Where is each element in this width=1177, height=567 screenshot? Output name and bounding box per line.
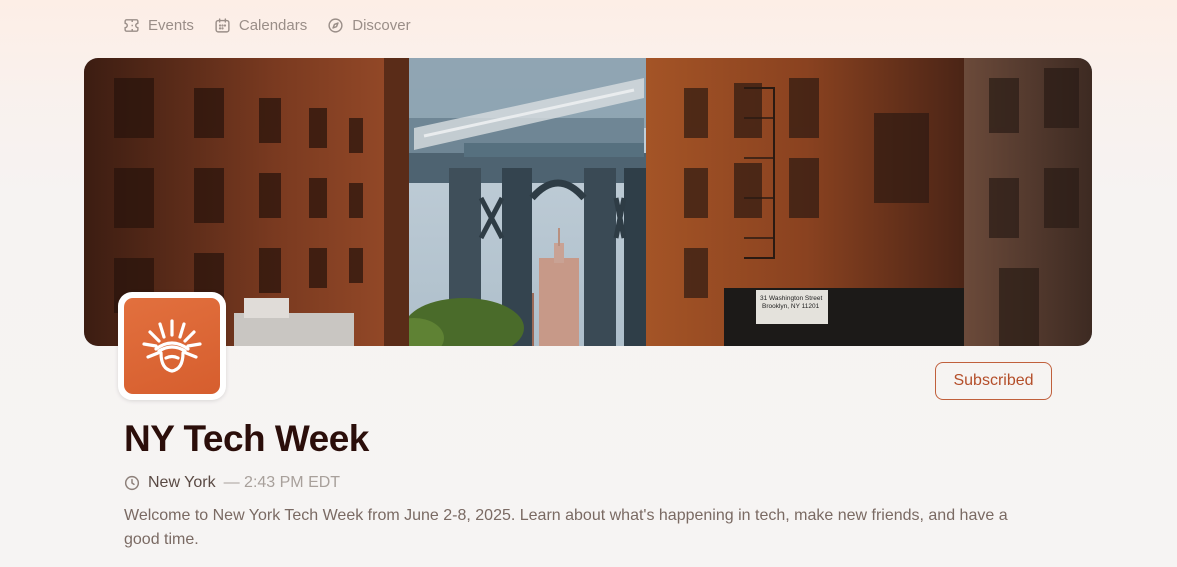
nav-events[interactable]: Events: [123, 14, 194, 36]
subscribed-button[interactable]: Subscribed: [935, 362, 1052, 400]
city-name: New York: [148, 474, 216, 491]
page-title: NY Tech Week: [124, 418, 369, 459]
nav-discover[interactable]: Discover: [327, 14, 411, 36]
compass-icon: [328, 17, 343, 33]
location-time: New York — 2:43 PM EDT: [124, 474, 340, 492]
nav-calendars[interactable]: Calendars: [214, 14, 307, 36]
ticket-icon: [124, 18, 139, 32]
calendar-avatar: [118, 292, 226, 400]
cover-sign-line-1: 31 Washington Street: [760, 295, 822, 302]
nav-discover-label: Discover: [352, 16, 411, 34]
calendar-description: Welcome to New York Tech Week from June …: [124, 507, 1008, 548]
nav-calendars-label: Calendars: [238, 16, 308, 34]
calendar-icon: [215, 17, 230, 33]
cover-image: 31 Washington Street Brooklyn, NY 11201: [84, 58, 1092, 346]
nav-events-label: Events: [148, 16, 194, 34]
clock-icon: [124, 475, 140, 491]
local-time: — 2:43 PM EDT: [223, 474, 341, 491]
top-nav: Events Calendars Discover: [123, 14, 411, 36]
bridge-photo: 31 Washington Street Brooklyn, NY 11201: [84, 58, 1092, 346]
cover-sign-line-2: Brooklyn, NY 11201: [762, 303, 820, 310]
statue-of-liberty-crown-icon: [142, 319, 202, 373]
